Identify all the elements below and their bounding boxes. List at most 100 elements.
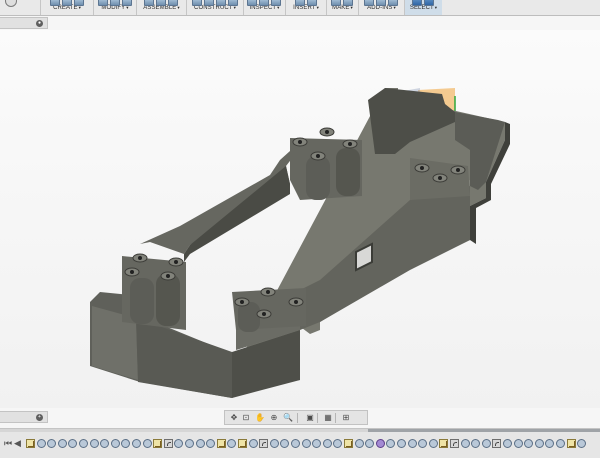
add-ins-tool-icon[interactable] bbox=[388, 0, 398, 6]
assemble-tool-icon[interactable] bbox=[168, 0, 178, 6]
timeline-extrude-feature-icon[interactable] bbox=[545, 439, 555, 448]
timeline-fillet-feature-icon[interactable] bbox=[450, 439, 459, 448]
browser-panel-tab[interactable]: ● bbox=[0, 17, 48, 29]
create-tool-icon[interactable] bbox=[61, 0, 72, 6]
timeline-extrude-feature-icon[interactable] bbox=[132, 439, 141, 448]
timeline-scrollbar[interactable] bbox=[0, 429, 600, 432]
timeline-extrude-feature-icon[interactable] bbox=[36, 439, 46, 448]
data-panel-icon[interactable] bbox=[5, 0, 17, 7]
timeline-extrude-feature-icon[interactable] bbox=[195, 439, 205, 448]
create-tool-icon[interactable] bbox=[49, 0, 60, 6]
timeline-extrude-feature-icon[interactable] bbox=[89, 439, 99, 448]
timeline-extrude-feature-icon[interactable] bbox=[68, 439, 78, 448]
toolbar-create-menu[interactable]: CREATE▾ bbox=[40, 0, 93, 15]
timeline-extrude-feature-icon[interactable] bbox=[47, 439, 57, 448]
select-tool-icon[interactable] bbox=[424, 0, 434, 6]
construct-tool-icon[interactable] bbox=[191, 0, 202, 6]
toolbar-make-menu[interactable]: MAKE▾ bbox=[326, 0, 358, 15]
toolbar-construct-menu[interactable]: CONSTRUCT▾ bbox=[186, 0, 243, 15]
timeline-extrude-feature-icon[interactable] bbox=[428, 439, 438, 448]
circle-dot-icon[interactable]: ● bbox=[36, 20, 43, 27]
timeline-extrude-feature-icon[interactable] bbox=[291, 439, 300, 448]
assemble-tool-icon[interactable] bbox=[144, 0, 154, 6]
timeline-extrude-feature-icon[interactable] bbox=[110, 439, 120, 448]
construct-tool-icon[interactable] bbox=[215, 0, 226, 6]
pan-icon[interactable]: ✋ bbox=[255, 413, 265, 422]
timeline-extrude-feature-icon[interactable] bbox=[503, 439, 512, 448]
timeline-extrude-feature-icon[interactable] bbox=[142, 439, 152, 448]
timeline-extrude-feature-icon[interactable] bbox=[471, 439, 481, 448]
modify-tool-icon[interactable] bbox=[109, 0, 120, 6]
timeline-extrude-feature-icon[interactable] bbox=[407, 439, 417, 448]
assemble-tool-icon[interactable] bbox=[156, 0, 166, 6]
comments-panel-tab[interactable]: + bbox=[0, 411, 48, 423]
add-ins-tool-icon[interactable] bbox=[364, 0, 374, 6]
create-tool-icon[interactable] bbox=[73, 0, 84, 6]
timeline-sketch-feature-icon[interactable] bbox=[26, 439, 35, 448]
inspect-tool-icon[interactable] bbox=[247, 0, 257, 6]
timeline-sketch-feature-icon[interactable] bbox=[566, 439, 576, 448]
timeline-sketch-feature-icon[interactable] bbox=[344, 439, 353, 448]
timeline-extrude-feature-icon[interactable] bbox=[481, 439, 491, 448]
timeline-extrude-feature-icon[interactable] bbox=[534, 439, 544, 448]
zoom-window-icon[interactable]: 🔍 bbox=[283, 413, 293, 422]
timeline-extrude-feature-icon[interactable] bbox=[577, 439, 587, 448]
timeline-extrude-feature-icon[interactable] bbox=[280, 439, 290, 448]
toolbar-modify-menu[interactable]: MODIFY▾ bbox=[93, 0, 136, 15]
orbit-icon[interactable]: ✥ bbox=[229, 413, 239, 422]
timeline-fillet-feature-icon[interactable] bbox=[163, 439, 173, 448]
grid-settings-icon[interactable]: ▦ bbox=[323, 413, 333, 422]
timeline-sketch-feature-icon[interactable] bbox=[238, 439, 247, 448]
timeline-extrude-feature-icon[interactable] bbox=[322, 439, 332, 448]
construct-tool-icon[interactable] bbox=[203, 0, 214, 6]
add-ins-tool-icon[interactable] bbox=[376, 0, 386, 6]
viewports-icon[interactable]: ⊞ bbox=[341, 413, 351, 422]
select-tool-icon[interactable] bbox=[412, 0, 422, 6]
timeline-sketch-feature-icon[interactable] bbox=[216, 439, 226, 448]
timeline-start-icon[interactable]: ⏮ bbox=[4, 438, 12, 449]
toolbar-assemble-menu[interactable]: ASSEMBLE▾ bbox=[136, 0, 186, 15]
timeline-extrude-feature-icon[interactable] bbox=[227, 439, 237, 448]
plus-circle-icon[interactable]: + bbox=[36, 414, 43, 421]
timeline-back-icon[interactable]: ◀ bbox=[14, 438, 21, 449]
inspect-tool-icon[interactable] bbox=[271, 0, 281, 6]
timeline-extrude-feature-icon[interactable] bbox=[174, 439, 184, 448]
timeline-extrude-feature-icon[interactable] bbox=[513, 439, 523, 448]
timeline-extrude-feature-icon[interactable] bbox=[333, 439, 343, 448]
insert-tool-icon[interactable] bbox=[306, 0, 317, 6]
timeline-extrude-feature-icon[interactable] bbox=[354, 439, 364, 448]
drone-frame-model[interactable] bbox=[0, 30, 600, 408]
timeline-extrude-feature-icon[interactable] bbox=[301, 439, 311, 448]
inspect-tool-icon[interactable] bbox=[259, 0, 269, 6]
make-tool-icon[interactable] bbox=[343, 0, 353, 6]
timeline-extrude-feature-icon[interactable] bbox=[312, 439, 322, 448]
timeline-extrude-feature-icon[interactable] bbox=[269, 439, 279, 448]
look-at-icon[interactable]: ⊡ bbox=[241, 413, 251, 422]
timeline-extrude-feature-icon[interactable] bbox=[460, 439, 470, 448]
toolbar-select-menu[interactable]: SELECT▾ bbox=[404, 0, 442, 15]
insert-tool-icon[interactable] bbox=[294, 0, 305, 6]
timeline-extrude-feature-icon[interactable] bbox=[79, 439, 88, 448]
timeline-extrude-feature-icon[interactable] bbox=[365, 439, 375, 448]
timeline-sketch-feature-icon[interactable] bbox=[439, 439, 449, 448]
timeline-extrude-feature-icon[interactable] bbox=[386, 439, 396, 448]
toolbar-insert-menu[interactable]: INSERT▾ bbox=[285, 0, 326, 15]
construct-tool-icon[interactable] bbox=[227, 0, 238, 6]
make-tool-icon[interactable] bbox=[331, 0, 341, 6]
canvas-viewport[interactable] bbox=[0, 30, 600, 408]
display-settings-icon[interactable]: ▣ bbox=[305, 413, 315, 422]
zoom-icon[interactable]: ⊕ bbox=[269, 413, 279, 422]
timeline-extrude-feature-icon[interactable] bbox=[121, 439, 131, 448]
timeline-extrude-feature-icon[interactable] bbox=[248, 439, 258, 448]
timeline-extrude-feature-icon[interactable] bbox=[524, 439, 534, 448]
modify-tool-icon[interactable] bbox=[121, 0, 132, 6]
modify-tool-icon[interactable] bbox=[97, 0, 108, 6]
timeline-extrude-feature-icon[interactable] bbox=[418, 439, 428, 448]
timeline-extrude-feature-icon[interactable] bbox=[397, 439, 406, 448]
timeline-extrude-feature-icon[interactable] bbox=[57, 439, 67, 448]
timeline-fillet-feature-icon[interactable] bbox=[492, 439, 502, 448]
timeline-extrude-feature-icon[interactable] bbox=[556, 439, 565, 448]
timeline-extrude-feature-icon[interactable] bbox=[100, 439, 110, 448]
timeline-body-feature-icon[interactable] bbox=[375, 439, 385, 448]
toolbar-inspect-menu[interactable]: INSPECT▾ bbox=[243, 0, 285, 15]
